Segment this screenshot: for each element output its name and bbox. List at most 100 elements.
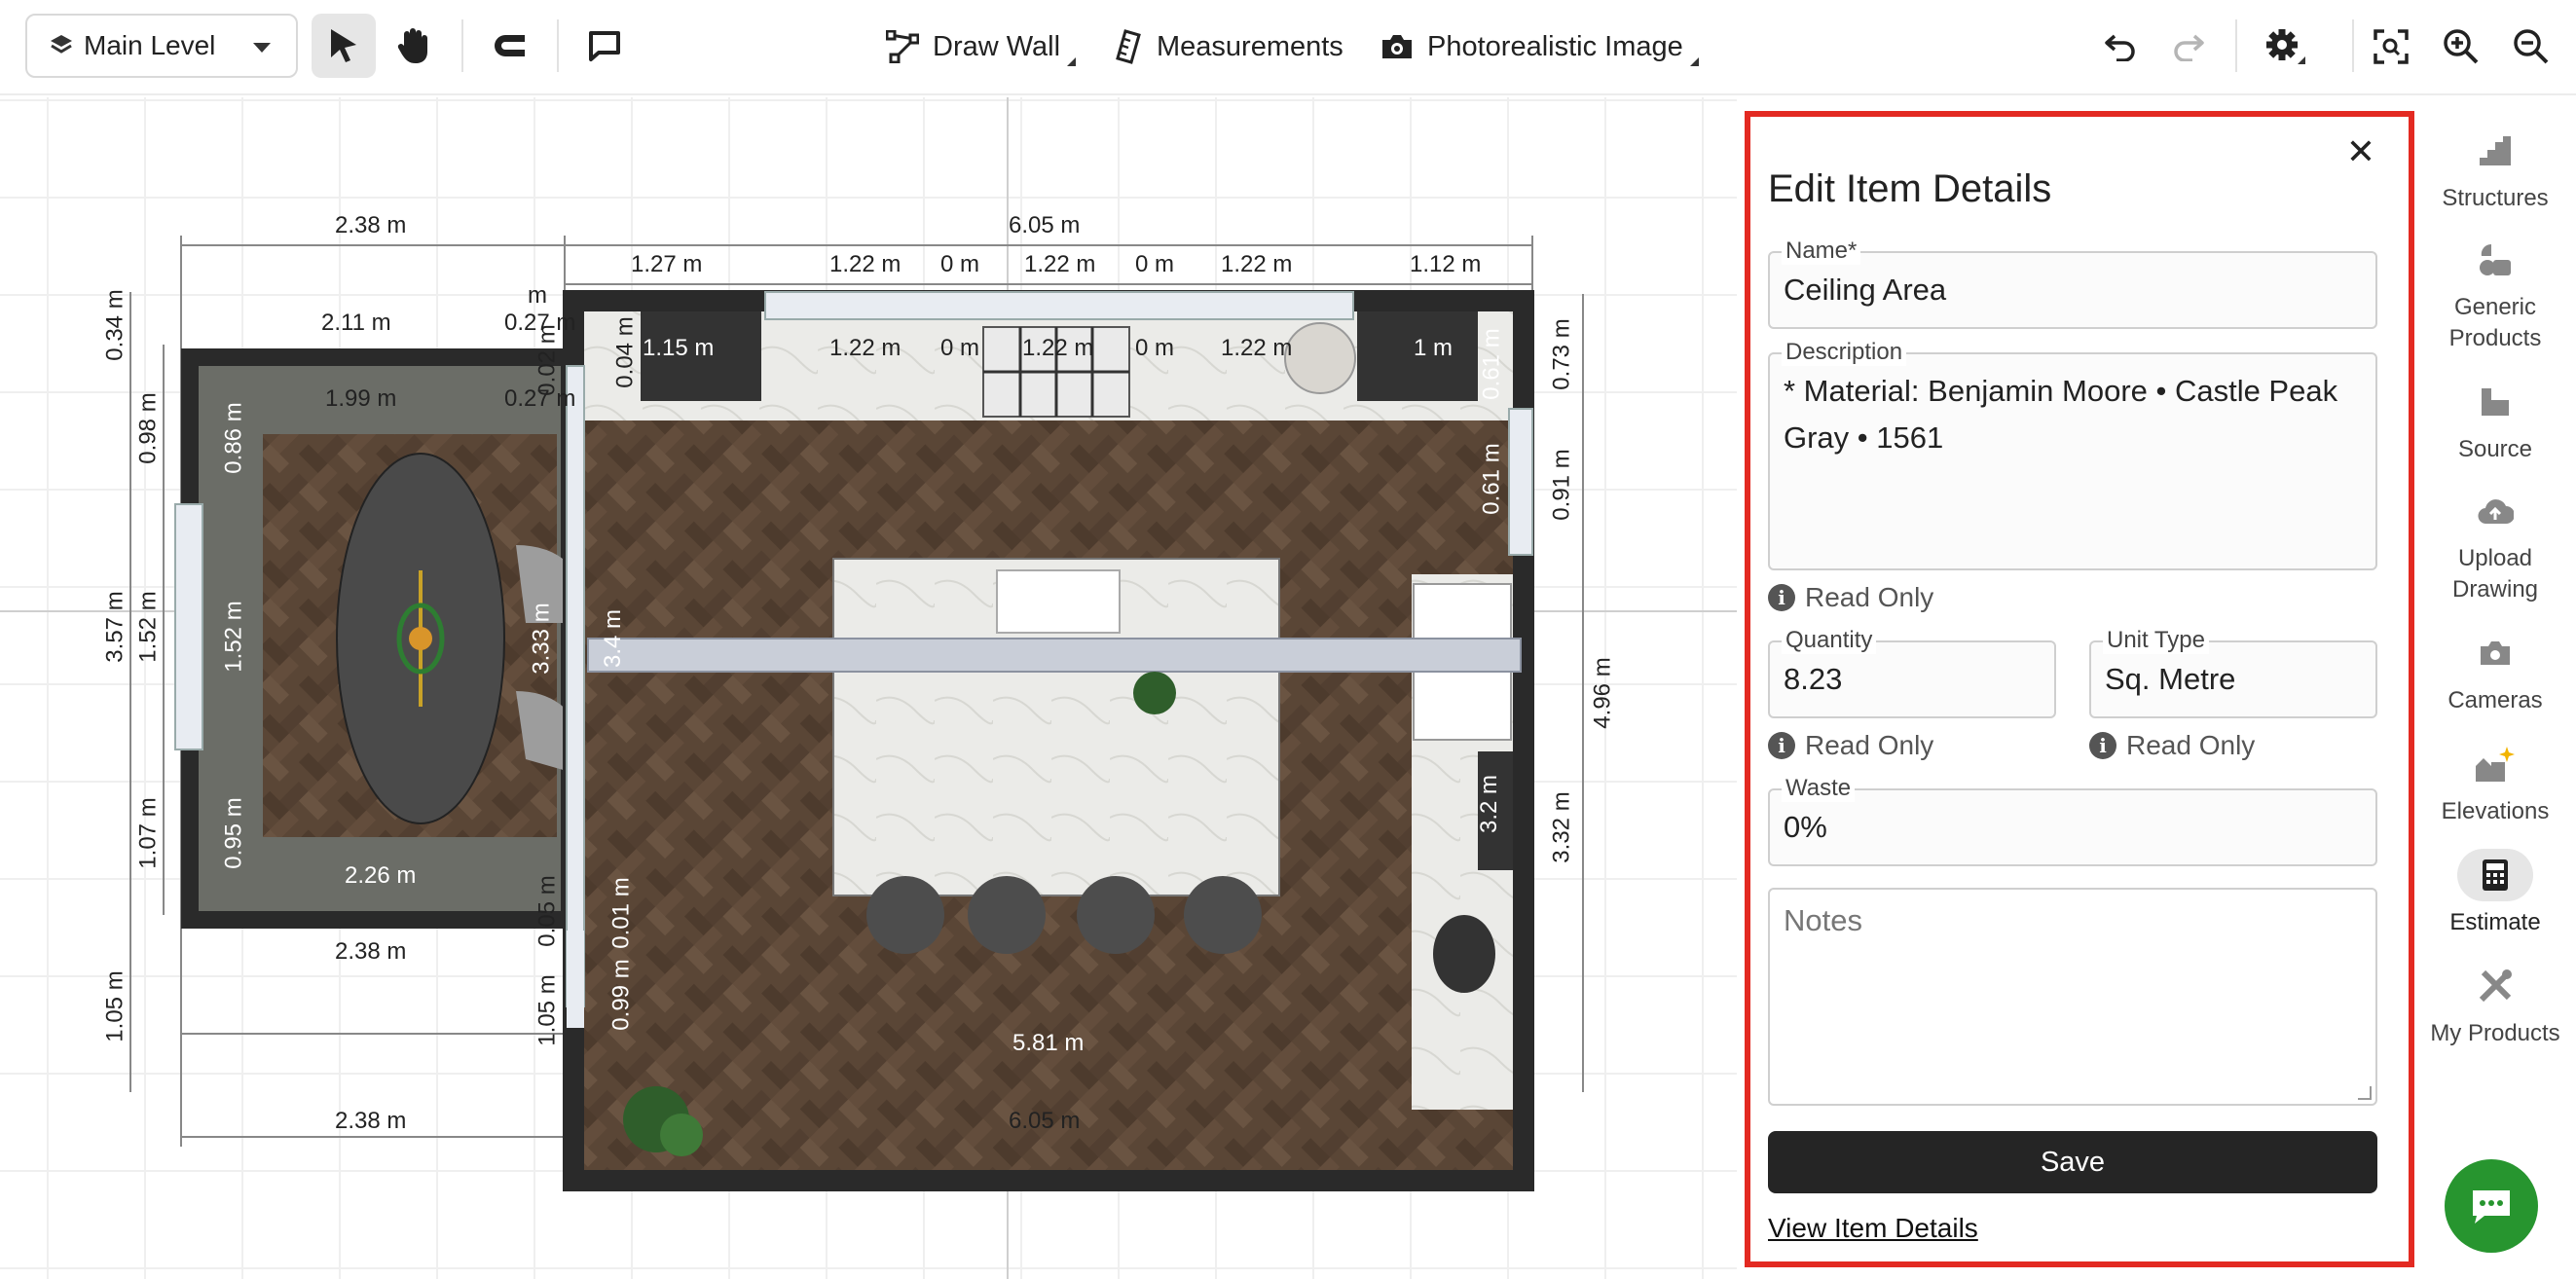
redo-button[interactable] — [2163, 21, 2214, 72]
view-item-details-link[interactable]: View Item Details — [1768, 1213, 1978, 1244]
unit-type-field[interactable]: Unit Type Sq. Metre — [2089, 627, 2377, 718]
draw-wall-button[interactable]: Draw Wall — [886, 23, 1077, 70]
layers-icon — [51, 35, 72, 54]
draw-wall-label: Draw Wall — [933, 30, 1061, 62]
dim-label: 0.99 m — [607, 959, 635, 1031]
dim-label: 2.26 m — [345, 862, 417, 889]
sidebar-item-estimate[interactable]: Estimate — [2414, 849, 2576, 938]
zoom-in-button[interactable] — [2436, 21, 2486, 72]
dim-label: 0.61 m — [1478, 328, 1505, 400]
top-toolbar: Main Level Draw Wall Measurements Photor… — [0, 0, 2576, 95]
dim-label: 0.91 m — [1548, 449, 1575, 521]
dim-label: 4.96 m — [1589, 657, 1616, 729]
dim-label: 1.22 m — [1024, 251, 1096, 277]
chat-icon — [2473, 1190, 2510, 1224]
source-icon — [2482, 388, 2509, 416]
sidebar-item-structures[interactable]: Structures — [2414, 125, 2576, 214]
floor-plan-canvas[interactable]: 2.38 m 6.05 m 1.27 m 1.22 m 0 m 1.22 m 0… — [0, 97, 1737, 1279]
info-icon: i — [1768, 732, 1795, 759]
zoom-in-icon — [2444, 29, 2479, 64]
dim-label: 3.4 m — [600, 608, 627, 669]
camera-icon — [1382, 35, 1412, 58]
camera-icon — [2481, 641, 2510, 665]
dim-label: 0.86 m — [220, 402, 247, 474]
undo-button[interactable] — [2095, 21, 2146, 72]
dim-label: 6.05 m — [1009, 212, 1081, 238]
name-label: Name* — [1782, 238, 1861, 265]
dim-label: 1.15 m — [643, 335, 715, 361]
dim-label: 1.99 m — [325, 385, 397, 412]
dim-label: 3.32 m — [1548, 791, 1575, 863]
dim-label: 1.05 m — [101, 970, 129, 1042]
dim-label: 0.02 m — [534, 324, 561, 396]
dim-label: 0.61 m — [1478, 443, 1505, 515]
cloud-upload-icon — [2478, 499, 2514, 525]
dim-label: 2.38 m — [335, 938, 407, 965]
notes-placeholder: Notes — [1784, 903, 1862, 937]
dim-label: 1.22 m — [1221, 251, 1293, 277]
dim-label: 0.73 m — [1548, 318, 1575, 390]
quantity-field[interactable]: Quantity 8.23 — [1768, 627, 2056, 718]
sidebar-item-cameras[interactable]: Cameras — [2414, 627, 2576, 716]
fit-view-button[interactable] — [2366, 21, 2416, 72]
info-icon: i — [1768, 584, 1795, 611]
ruler-icon — [1116, 29, 1141, 64]
quantity-label: Quantity — [1782, 627, 1877, 654]
right-sidebar: Structures Generic Products Source Uploa… — [2414, 97, 2576, 1279]
sidebar-item-upload-drawing[interactable]: Upload Drawing — [2414, 485, 2576, 605]
name-field[interactable]: Name* Ceiling Area — [1768, 238, 2377, 329]
chat-button[interactable] — [2445, 1159, 2538, 1253]
comment-tool-button[interactable] — [572, 14, 637, 78]
sidebar-item-generic-products[interactable]: Generic Products — [2414, 234, 2576, 354]
notes-textarea[interactable]: Notes — [1768, 888, 2377, 1106]
description-field[interactable]: Description * Material: Benjamin Moore •… — [1768, 339, 2377, 570]
pointer-icon — [331, 29, 356, 62]
dim-label: 0 m — [940, 335, 980, 361]
dim-label: 1.22 m — [1022, 335, 1094, 361]
dim-label: 0.34 m — [101, 289, 129, 361]
products-icon — [2480, 243, 2511, 275]
dim-label: 0.01 m — [607, 877, 635, 949]
measurements-button[interactable]: Measurements — [1116, 23, 1343, 70]
elevations-icon — [2476, 747, 2515, 782]
hand-icon — [397, 28, 427, 63]
dim-label: 0.04 m — [611, 316, 639, 388]
gear-icon — [2266, 29, 2305, 64]
dim-label: 0.98 m — [134, 392, 162, 464]
dim-label: 2.38 m — [335, 212, 407, 238]
quantity-value: 8.23 — [1784, 662, 1843, 696]
pan-tool-button[interactable] — [382, 14, 446, 78]
draw-wall-icon — [886, 30, 919, 63]
settings-button[interactable] — [2261, 21, 2311, 72]
dim-label: 0.95 m — [220, 797, 247, 869]
dim-label: 2.11 m — [321, 310, 391, 336]
save-button[interactable]: Save — [1768, 1131, 2377, 1193]
dim-label: 1.52 m — [220, 601, 247, 673]
dim-label: 1.22 m — [829, 251, 902, 277]
close-icon[interactable]: ✕ — [2346, 134, 2375, 169]
dim-label: 1.07 m — [134, 797, 162, 869]
unit-type-read-only: i Read Only — [2089, 730, 2255, 761]
select-tool-button[interactable] — [312, 14, 376, 78]
dim-label: 2.38 m — [335, 1108, 407, 1134]
zoom-out-button[interactable] — [2506, 21, 2557, 72]
dim-label: 1.27 m — [631, 251, 703, 277]
resize-handle-icon[interactable] — [2358, 1086, 2372, 1100]
panel-title: Edit Item Details — [1768, 167, 2052, 210]
undo-icon — [2105, 34, 2135, 61]
redo-icon — [2174, 34, 2204, 61]
sidebar-item-elevations[interactable]: Elevations — [2414, 738, 2576, 827]
quantity-read-only: i Read Only — [1768, 730, 1933, 761]
unit-type-label: Unit Type — [2103, 627, 2209, 654]
sidebar-item-my-products[interactable]: My Products — [2414, 960, 2576, 1049]
level-select[interactable]: Main Level — [25, 14, 298, 78]
zoom-out-icon — [2514, 29, 2549, 64]
waste-field[interactable]: Waste 0% — [1768, 775, 2377, 866]
photorealistic-image-button[interactable]: Photorealistic Image — [1380, 23, 1699, 70]
dim-label: 6.05 m — [1009, 1108, 1081, 1134]
sidebar-item-source[interactable]: Source — [2414, 376, 2576, 465]
dim-label: 1.22 m — [829, 335, 902, 361]
dim-label: 0 m — [1135, 335, 1175, 361]
dim-label: 3.57 m — [101, 591, 129, 663]
magnet-tool-button[interactable] — [477, 14, 541, 78]
